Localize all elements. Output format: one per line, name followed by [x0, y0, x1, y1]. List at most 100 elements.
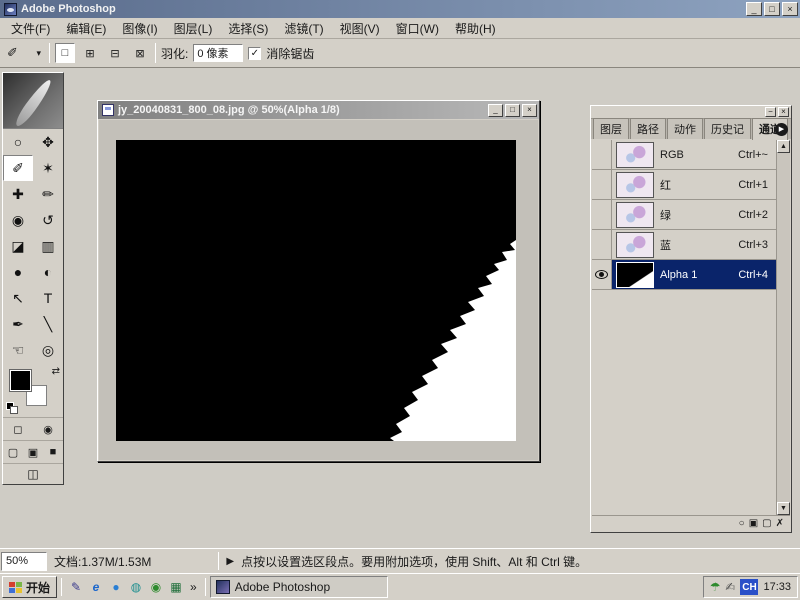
selection-add-button[interactable]: ⊞	[80, 43, 100, 63]
channel-row-blue[interactable]: 蓝 Ctrl+3	[592, 230, 776, 260]
taskbar-photoshop-button[interactable]: Adobe Photoshop	[210, 576, 388, 598]
scroll-up-button[interactable]: ▲	[777, 140, 790, 153]
selection-intersect-button[interactable]: ⊠	[130, 43, 150, 63]
menu-layer[interactable]: 图层(L)	[167, 18, 220, 39]
lasso-tool[interactable]: ✐	[3, 155, 33, 181]
tab-history[interactable]: 历史记	[704, 118, 751, 139]
selection-subtract-button[interactable]: ⊟	[105, 43, 125, 63]
history-brush-tool[interactable]: ↺	[33, 207, 63, 233]
delete-channel-button[interactable]: ✗	[776, 517, 784, 531]
brush-tool[interactable]: ✏	[33, 181, 63, 207]
start-button[interactable]: 开始	[2, 576, 57, 598]
tool-preset-box[interactable]: ✐ ▾	[4, 42, 44, 65]
feather-input[interactable]: 0 像素	[193, 44, 243, 62]
document-size-info: 文档:1.37M/1.53M	[54, 553, 151, 570]
gradient-tool[interactable]: ▥	[33, 233, 63, 259]
doc-close-button[interactable]: ×	[522, 104, 537, 117]
new-channel-button[interactable]: ▢	[762, 517, 771, 531]
blur-tool[interactable]: ●	[3, 259, 33, 285]
separator	[61, 578, 62, 596]
healing-brush-tool[interactable]: ✚	[3, 181, 33, 207]
doc-minimize-button[interactable]: _	[488, 104, 503, 117]
fullscreen-button[interactable]: ■	[43, 441, 63, 463]
separator	[205, 578, 206, 596]
tray-umbrella-icon[interactable]: ☂	[710, 580, 721, 594]
palette-minimize-button[interactable]: −	[765, 107, 776, 117]
dodge-tool[interactable]: ◐	[33, 259, 63, 285]
canvas-alpha-channel[interactable]	[116, 140, 516, 441]
menu-select[interactable]: 选择(S)	[221, 18, 275, 39]
quick-mask-button[interactable]: ◉	[33, 418, 63, 440]
screen-mode-row: ▢ ▣ ■	[3, 440, 63, 463]
channel-row-rgb[interactable]: RGB Ctrl+~	[592, 140, 776, 170]
scroll-down-button[interactable]: ▼	[777, 502, 790, 515]
minimize-button[interactable]: _	[746, 2, 762, 16]
quicklaunch-excel-icon[interactable]: ▦	[168, 579, 184, 595]
zoom-tool[interactable]: ◎	[33, 337, 63, 363]
channels-scrollbar[interactable]: ▲ ▼	[776, 140, 790, 515]
imageready-button[interactable]: ◫	[3, 464, 63, 484]
quicklaunch-msn-icon[interactable]: ●	[108, 579, 124, 595]
hand-tool[interactable]: ☜	[3, 337, 33, 363]
clock: 17:33	[763, 581, 791, 593]
document-icon	[102, 104, 114, 116]
swap-colors-icon[interactable]: ⇄	[52, 366, 60, 377]
move-tool[interactable]: ✥	[33, 129, 63, 155]
standard-mode-button[interactable]: ◻	[3, 418, 33, 440]
quicklaunch-ie-icon[interactable]: e	[88, 579, 104, 595]
visibility-toggle[interactable]	[592, 170, 612, 199]
doc-maximize-button[interactable]: □	[505, 104, 520, 117]
quicklaunch-media-icon[interactable]: ◍	[128, 579, 144, 595]
default-colors-icon[interactable]	[6, 402, 18, 414]
menu-file[interactable]: 文件(F)	[4, 18, 57, 39]
quicklaunch-app-icon[interactable]: ◉	[148, 579, 164, 595]
visibility-toggle[interactable]	[592, 200, 612, 229]
standard-screen-button[interactable]: ▢	[3, 441, 23, 463]
visibility-toggle[interactable]	[592, 260, 612, 289]
type-tool[interactable]: T	[33, 285, 63, 311]
palette-menu-button[interactable]: ▶	[775, 123, 788, 136]
save-selection-button[interactable]: ▣	[749, 517, 758, 531]
tray-pen-icon[interactable]: ✍	[725, 580, 735, 594]
close-button[interactable]: ×	[782, 2, 798, 16]
elliptical-marquee-tool[interactable]: ○	[3, 129, 33, 155]
quicklaunch-pen-icon[interactable]: ✎	[68, 579, 84, 595]
document-titlebar[interactable]: jy_20040831_800_08.jpg @ 50%(Alpha 1/8) …	[98, 101, 539, 119]
fullscreen-menu-button[interactable]: ▣	[23, 441, 43, 463]
selection-new-button[interactable]: □	[55, 43, 75, 63]
channel-name: 蓝	[660, 237, 671, 253]
channel-row-alpha1[interactable]: Alpha 1 Ctrl+4	[592, 260, 776, 290]
menu-view[interactable]: 视图(V)	[333, 18, 387, 39]
channel-row-red[interactable]: 红 Ctrl+1	[592, 170, 776, 200]
menu-edit[interactable]: 编辑(E)	[59, 18, 113, 39]
pen-tool[interactable]: ✒	[3, 311, 33, 337]
visibility-toggle[interactable]	[592, 230, 612, 259]
path-select-tool[interactable]: ↖	[3, 285, 33, 311]
palette-close-button[interactable]: ×	[778, 107, 789, 117]
foreground-color-swatch[interactable]	[10, 370, 31, 391]
channel-row-green[interactable]: 绿 Ctrl+2	[592, 200, 776, 230]
antialias-checkbox[interactable]: ✓	[248, 47, 261, 60]
menu-image[interactable]: 图像(I)	[115, 18, 164, 39]
menu-help[interactable]: 帮助(H)	[448, 18, 503, 39]
palette-feather-artwork	[3, 73, 63, 129]
zoom-level[interactable]: 50%	[1, 552, 47, 571]
maximize-button[interactable]: □	[764, 2, 780, 16]
magic-wand-tool[interactable]: ✶	[33, 155, 63, 181]
menu-filter[interactable]: 滤镜(T)	[277, 18, 330, 39]
overflow-chevron[interactable]: »	[188, 580, 199, 594]
load-selection-button[interactable]: ○	[739, 517, 745, 531]
menu-window[interactable]: 窗口(W)	[389, 18, 446, 39]
visibility-toggle[interactable]	[592, 140, 612, 169]
tab-layers[interactable]: 图层	[593, 118, 629, 139]
eraser-tool[interactable]: ◪	[3, 233, 33, 259]
tab-actions[interactable]: 动作	[667, 118, 703, 139]
line-tool[interactable]: ╲	[33, 311, 63, 337]
document-title: jy_20040831_800_08.jpg @ 50%(Alpha 1/8)	[118, 104, 340, 116]
scrollbar-track[interactable]	[777, 153, 790, 502]
language-indicator[interactable]: CH	[740, 579, 758, 595]
app-titlebar[interactable]: Adobe Photoshop _ □ ×	[0, 0, 800, 18]
tab-paths[interactable]: 路径	[630, 118, 666, 139]
clone-stamp-tool[interactable]: ◉	[3, 207, 33, 233]
feather-label: 羽化:	[161, 45, 188, 62]
